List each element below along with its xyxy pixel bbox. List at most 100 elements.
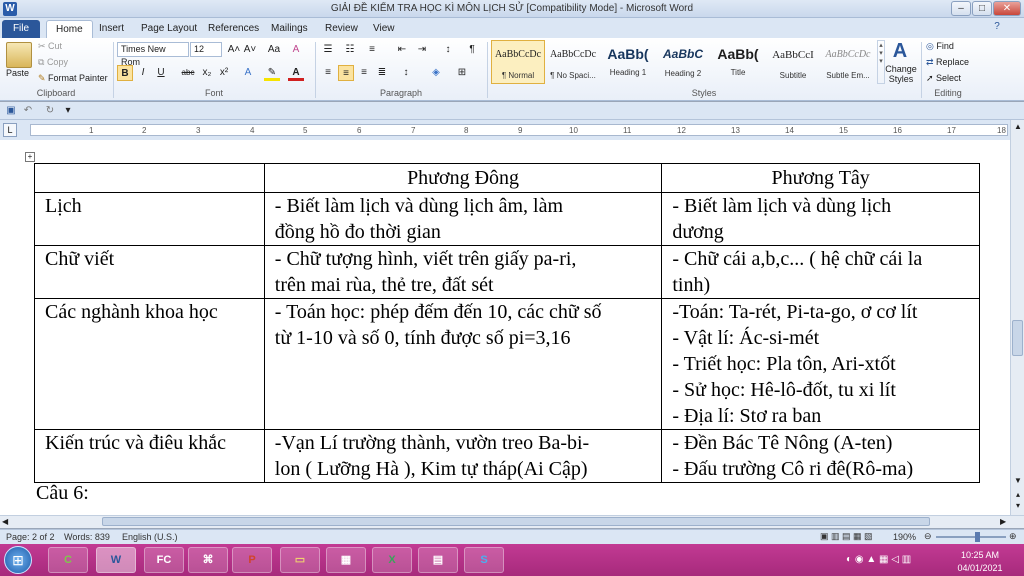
scroll-left-icon[interactable]: ◀ [2,517,12,527]
cell-west-writing[interactable]: - Chữ cái a,b,c... ( hệ chữ cái la tinh) [661,245,980,299]
taskbar-app-skype[interactable]: S [464,547,504,573]
table-header-east[interactable]: Phương Đông [263,163,663,193]
tab-file[interactable]: File [2,20,40,38]
change-styles-button[interactable]: Change Styles [884,64,918,84]
taskbar-app-font[interactable]: FC [144,547,184,573]
style-subtle-emphasis[interactable]: AaBbCcDc Subtle Em... [821,40,875,84]
vertical-scroll-thumb[interactable] [1012,320,1023,356]
shrink-font-button[interactable]: A˅ [242,42,258,58]
tray-icons[interactable]: ◐ ◉ ▲ ▦ ◁ ▥ [846,554,911,565]
italic-button[interactable]: I [135,65,151,81]
subscript-button[interactable]: x₂ [199,65,215,81]
taskbar-app-tool[interactable]: ⌘ [188,547,228,573]
line-spacing-icon[interactable]: ↕ [398,65,414,81]
tab-references[interactable]: References [199,20,268,38]
table-move-handle-icon[interactable]: + [25,152,35,162]
word-count[interactable]: Words: 839 [64,532,110,542]
select-button[interactable]: ➚ Select [926,73,961,84]
shading-icon[interactable]: ◈ [428,65,444,81]
horizontal-scroll-thumb[interactable] [102,517,930,526]
horizontal-scrollbar[interactable]: ◀ ▶ [0,515,1024,528]
scroll-up-icon[interactable]: ▲ [1013,122,1023,134]
bullets-icon[interactable]: ☰ [320,42,336,58]
text-effects-icon[interactable]: A [240,65,256,81]
tab-home[interactable]: Home [46,20,93,38]
zoom-in-icon[interactable]: ⊕ [1009,531,1017,542]
taskbar-app-media[interactable]: ▤ [418,547,458,573]
cell-west-calendar[interactable]: - Biết làm lịch và dùng lịch dương [661,192,980,246]
style-no-spacing[interactable]: AaBbCcDc ¶ No Spaci... [546,40,600,84]
grow-font-button[interactable]: A˄ [226,42,242,58]
help-icon[interactable]: ? [990,21,1004,35]
cell-west-sciences[interactable]: -Toán: Ta-rét, Pi-ta-go, ơ cơ lít - Vật l… [661,298,980,430]
scroll-right-icon[interactable]: ▶ [1000,517,1010,527]
borders-icon[interactable]: ⊞ [454,65,470,81]
style-subtitle[interactable]: AaBbCcI Subtitle [766,40,820,84]
find-button[interactable]: ◎ Find [926,41,954,52]
zoom-level[interactable]: 190% [893,532,916,542]
vertical-scrollbar[interactable]: ▲ ▼ ▴ ▾ [1010,120,1024,515]
style-title[interactable]: AaBb( Title [711,40,765,84]
taskbar-app-explorer[interactable]: ▭ [280,547,320,573]
change-styles-icon[interactable]: A [889,40,911,64]
taskbar-app-coccoc[interactable]: C [48,547,88,573]
next-page-icon[interactable]: ▾ [1013,501,1023,511]
justify-icon[interactable]: ≣ [374,65,390,81]
replace-button[interactable]: ⇄ Replace [926,57,969,68]
save-icon[interactable]: ▣ [3,103,19,119]
align-left-icon[interactable]: ≡ [320,65,336,81]
comparison-table[interactable]: Phương Đông Phương Tây Lịch - Biết làm l… [34,163,980,483]
font-color-icon[interactable]: A [288,65,304,81]
row-label-writing[interactable]: Chữ viết [34,245,265,299]
align-right-icon[interactable]: ≡ [356,65,372,81]
style-normal[interactable]: AaBbCcDc ¶ Normal [491,40,545,84]
tab-mailings[interactable]: Mailings [262,20,317,38]
format-painter-button[interactable]: ✎ Format Painter [38,73,108,84]
tab-review[interactable]: Review [316,20,367,38]
page-count[interactable]: Page: 2 of 2 [6,532,55,542]
start-button[interactable]: ⊞ [4,546,32,574]
taskbar-app-grid[interactable]: ▦ [326,547,366,573]
question-6-heading[interactable]: Câu 6: [36,482,89,505]
font-name-select[interactable]: Times New Rom [117,42,189,67]
minimize-button[interactable]: – [951,1,971,16]
row-label-calendar[interactable]: Lịch [34,192,265,246]
tab-view[interactable]: View [364,20,404,38]
clear-formatting-button[interactable]: A [288,42,304,58]
taskbar-app-powerpoint[interactable]: P [232,547,272,573]
cell-east-architecture[interactable]: -Vạn Lí trường thành, vườn treo Ba-bi-lo… [263,429,663,483]
scroll-down-icon[interactable]: ▼ [1013,476,1023,488]
cell-east-calendar[interactable]: - Biết làm lịch và dùng lịch âm, làm đồng… [263,192,663,246]
tab-insert[interactable]: Insert [90,20,133,38]
clock-date[interactable]: 04/01/2021 [950,563,1010,573]
zoom-slider[interactable] [936,536,1006,538]
show-hide-button[interactable]: ¶ [464,42,480,58]
style-heading-2[interactable]: AaBbC Heading 2 [656,40,710,84]
view-buttons-icon[interactable]: ▣ ▥ ▤ ▦ ▧ [820,531,873,542]
table-header-west[interactable]: Phương Tây [661,163,980,193]
zoom-out-icon[interactable]: ⊖ [924,531,932,542]
clock-time[interactable]: 10:25 AM [950,550,1010,560]
strikethrough-button[interactable]: abc [178,65,198,81]
multilevel-list-icon[interactable]: ≡ [364,42,380,58]
zoom-slider-thumb[interactable] [975,532,980,542]
row-label-sciences[interactable]: Các nghành khoa học [34,298,265,430]
close-button[interactable]: ✕ [993,1,1021,16]
highlight-icon[interactable]: ✎ [264,65,280,81]
table-header-cell[interactable] [34,163,265,193]
bold-button[interactable]: B [117,65,133,81]
taskbar-app-excel[interactable]: X [372,547,412,573]
paste-icon[interactable] [6,42,32,68]
redo-icon[interactable]: ↻ [42,103,58,119]
underline-button[interactable]: U [153,65,169,81]
horizontal-ruler[interactable]: 1 2 3 4 5 6 7 8 9 10 11 12 13 14 15 16 1… [30,124,1008,136]
numbering-icon[interactable]: ☷ [342,42,358,58]
cut-button[interactable]: ✂ Cut [38,41,62,52]
paste-button[interactable]: Paste [6,68,29,78]
style-heading-1[interactable]: AaBb( Heading 1 [601,40,655,84]
language-indicator[interactable]: English (U.S.) [122,532,178,542]
undo-icon[interactable]: ↶ [20,103,36,119]
superscript-button[interactable]: x² [216,65,232,81]
taskbar-app-word[interactable]: W [96,547,136,573]
decrease-indent-icon[interactable]: ⇤ [394,42,410,58]
